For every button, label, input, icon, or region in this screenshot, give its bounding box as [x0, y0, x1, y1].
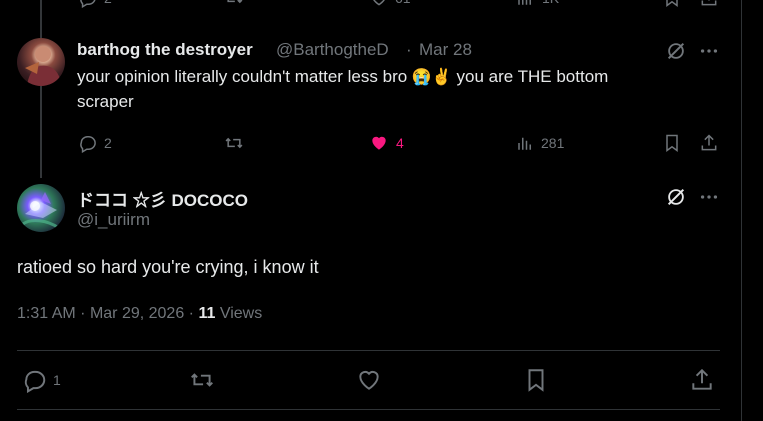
separator: ·	[406, 40, 412, 59]
previous-like-count: 61	[395, 0, 411, 6]
separator: ·	[188, 305, 194, 322]
reply-count: 2	[104, 135, 112, 151]
tweet-metadata: 1:31 AM · Mar 29, 2026 · 11 Views	[17, 305, 262, 323]
author-handle[interactable]: @i_uriirm	[77, 210, 150, 230]
tweet-text-line1-end: you are THE bottom	[456, 67, 609, 86]
tweet-date[interactable]: Mar 28	[419, 40, 472, 60]
bookmark-icon[interactable]	[662, 133, 682, 153]
share-icon[interactable]	[699, 0, 719, 8]
liked-heart-icon[interactable]	[369, 133, 389, 153]
reply-icon[interactable]	[78, 0, 98, 8]
views-icon[interactable]	[516, 0, 534, 8]
victory-emoji: ✌️	[431, 69, 452, 86]
retweet-icon[interactable]	[188, 367, 216, 393]
author-name[interactable]: ドココ ☆彡 DOCOCO	[77, 186, 248, 211]
tweet-text: your opinion literally couldn't matter l…	[77, 65, 717, 114]
views-count: 281	[541, 135, 565, 151]
tweet-text: ratioed so hard you're crying, i know it	[17, 257, 319, 277]
author-handle[interactable]: @BarthogtheD	[276, 40, 389, 60]
divider	[17, 409, 720, 410]
share-icon[interactable]	[699, 133, 719, 153]
like-icon[interactable]	[356, 367, 382, 393]
previous-tweet-actions: 2 61 1K	[0, 0, 741, 8]
column-border	[741, 0, 742, 421]
grok-icon[interactable]	[665, 40, 687, 62]
previous-reply-count: 2	[104, 0, 112, 6]
tweet-text-line2: scraper	[77, 92, 134, 111]
tweet-date[interactable]: Mar 29, 2026	[90, 305, 184, 322]
like-count: 4	[396, 135, 404, 151]
reply-icon[interactable]	[22, 367, 48, 393]
divider	[17, 350, 720, 351]
reply-count: 1	[53, 372, 61, 388]
views-count: 11	[198, 305, 216, 322]
more-icon[interactable]	[698, 186, 720, 208]
author-name[interactable]: barthog the destroyer	[77, 40, 253, 60]
like-icon[interactable]	[369, 0, 389, 8]
separator: ·	[80, 305, 86, 322]
reply-tweet[interactable]: barthog the destroyer @BarthogtheD · Mar…	[0, 30, 741, 170]
bookmark-icon[interactable]	[523, 367, 549, 393]
bookmark-icon[interactable]	[662, 0, 682, 8]
retweet-icon[interactable]	[223, 133, 245, 153]
tweet-text-line1: your opinion literally couldn't matter l…	[77, 67, 408, 86]
grok-icon[interactable]	[665, 186, 687, 208]
reply-icon[interactable]	[78, 133, 98, 153]
views-label: Views	[219, 305, 263, 322]
avatar[interactable]	[17, 38, 65, 86]
tweet-time[interactable]: 1:31 AM	[17, 305, 76, 322]
more-icon[interactable]	[698, 40, 720, 62]
share-icon[interactable]	[689, 367, 715, 393]
main-tweet: ドココ ☆彡 DOCOCO @i_uriirm ratioed so hard …	[0, 180, 741, 421]
crying-emoji: 😭	[411, 69, 432, 86]
retweet-icon[interactable]	[223, 0, 245, 8]
avatar[interactable]	[17, 184, 65, 232]
views-icon[interactable]	[516, 133, 534, 153]
previous-views-count: 1K	[542, 0, 559, 6]
